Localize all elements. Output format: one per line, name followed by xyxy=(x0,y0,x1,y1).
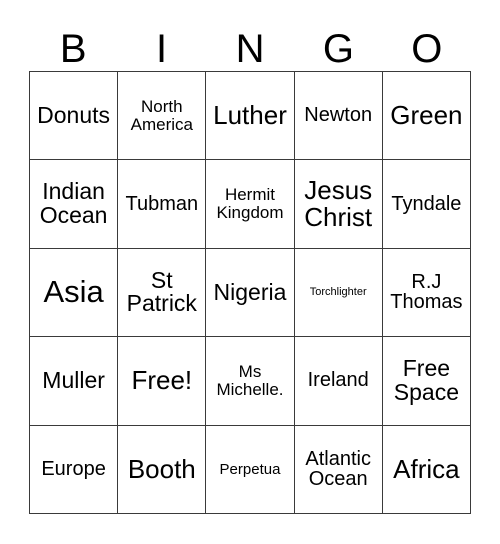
bingo-cell-r4c1[interactable]: Muller xyxy=(30,337,119,426)
bingo-cell-r2c2[interactable]: Tubman xyxy=(118,160,207,249)
bingo-cell-label: Africa xyxy=(393,453,460,484)
bingo-cell-r5c2[interactable]: Booth xyxy=(118,425,207,514)
bingo-cell-r2c4[interactable]: Jesus Christ xyxy=(294,160,383,249)
bingo-cell-r4c3[interactable]: Ms Michelle. xyxy=(206,337,295,426)
bingo-cell-r3c5[interactable]: R.J Thomas xyxy=(382,248,471,338)
bingo-cell-r3c3[interactable]: Nigeria xyxy=(206,248,295,338)
bingo-cell-r2c1[interactable]: Indian Ocean xyxy=(30,160,119,249)
bingo-cell-label: R.J Thomas xyxy=(390,270,463,314)
bingo-cell-label: Ms Michelle. xyxy=(216,362,284,399)
bingo-cell-label: Jesus Christ xyxy=(304,175,373,233)
bingo-cell-label: Muller xyxy=(42,366,105,393)
bingo-cell-r3c4[interactable]: Torchlighter xyxy=(294,248,383,338)
bingo-cell-label: Tyndale xyxy=(391,192,462,215)
bingo-cell-r1c3[interactable]: Luther xyxy=(206,72,295,161)
bingo-cell-r5c1[interactable]: Europe xyxy=(30,425,119,514)
bingo-header-letter-g: G xyxy=(322,27,354,71)
bingo-header-letter-n: N xyxy=(235,27,265,71)
bingo-cell-r5c5[interactable]: Africa xyxy=(382,425,471,514)
bingo-cell-label: Tubman xyxy=(125,192,199,215)
bingo-cell-label: Torchlighter xyxy=(309,285,367,298)
bingo-cell-label: Atlantic Ocean xyxy=(305,447,371,491)
bingo-cell-r1c4[interactable]: Newton xyxy=(294,72,383,161)
bingo-cell-r3c2[interactable]: St Patrick xyxy=(118,248,207,338)
bingo-cell-r4c5-free-space[interactable]: Free Space xyxy=(382,337,471,426)
bingo-cell-r1c2[interactable]: North America xyxy=(118,72,207,161)
bingo-cell-label: Asia xyxy=(43,274,104,310)
bingo-cell-label: North America xyxy=(130,97,193,134)
bingo-cell-r5c4[interactable]: Atlantic Ocean xyxy=(294,425,383,514)
bingo-cell-label: Indian Ocean xyxy=(39,178,108,229)
bingo-cell-r5c3[interactable]: Perpetua xyxy=(206,425,295,514)
bingo-cell-label: Luther xyxy=(213,100,287,131)
bingo-cell-r1c1[interactable]: Donuts xyxy=(30,72,119,161)
bingo-cell-r2c5[interactable]: Tyndale xyxy=(382,160,471,249)
bingo-cell-label: Perpetua xyxy=(219,460,281,478)
bingo-card: B I N G O Donuts North America Luther Ne… xyxy=(0,0,500,544)
bingo-cell-r4c2-free[interactable]: Free! xyxy=(118,337,207,426)
bingo-cell-label: Free! xyxy=(131,365,193,396)
bingo-grid: Donuts North America Luther Newton Green… xyxy=(29,71,471,514)
bingo-cell-r2c3[interactable]: Hermit Kingdom xyxy=(206,160,295,249)
bingo-header-letter-b: B xyxy=(59,27,87,71)
bingo-cell-label: Ireland xyxy=(307,369,369,392)
bingo-cell-label: Green xyxy=(390,100,463,131)
bingo-cell-r4c4[interactable]: Ireland xyxy=(294,337,383,426)
bingo-cell-label: Booth xyxy=(127,453,196,484)
bingo-cell-r3c1[interactable]: Asia xyxy=(30,248,119,338)
bingo-cell-label: Donuts xyxy=(37,101,111,128)
bingo-cell-label: Nigeria xyxy=(213,278,287,305)
bingo-header-letter-i: I xyxy=(156,27,168,71)
bingo-cell-label: St Patrick xyxy=(126,266,197,317)
bingo-cell-label: Newton xyxy=(304,104,373,127)
bingo-cell-label: Free Space xyxy=(393,354,459,405)
bingo-header-letter-o: O xyxy=(411,27,443,71)
bingo-cell-label: Europe xyxy=(41,457,106,480)
bingo-cell-label: Hermit Kingdom xyxy=(216,185,284,223)
bingo-cell-r1c5[interactable]: Green xyxy=(382,72,471,161)
bingo-header-row: B I N G O xyxy=(29,14,471,71)
